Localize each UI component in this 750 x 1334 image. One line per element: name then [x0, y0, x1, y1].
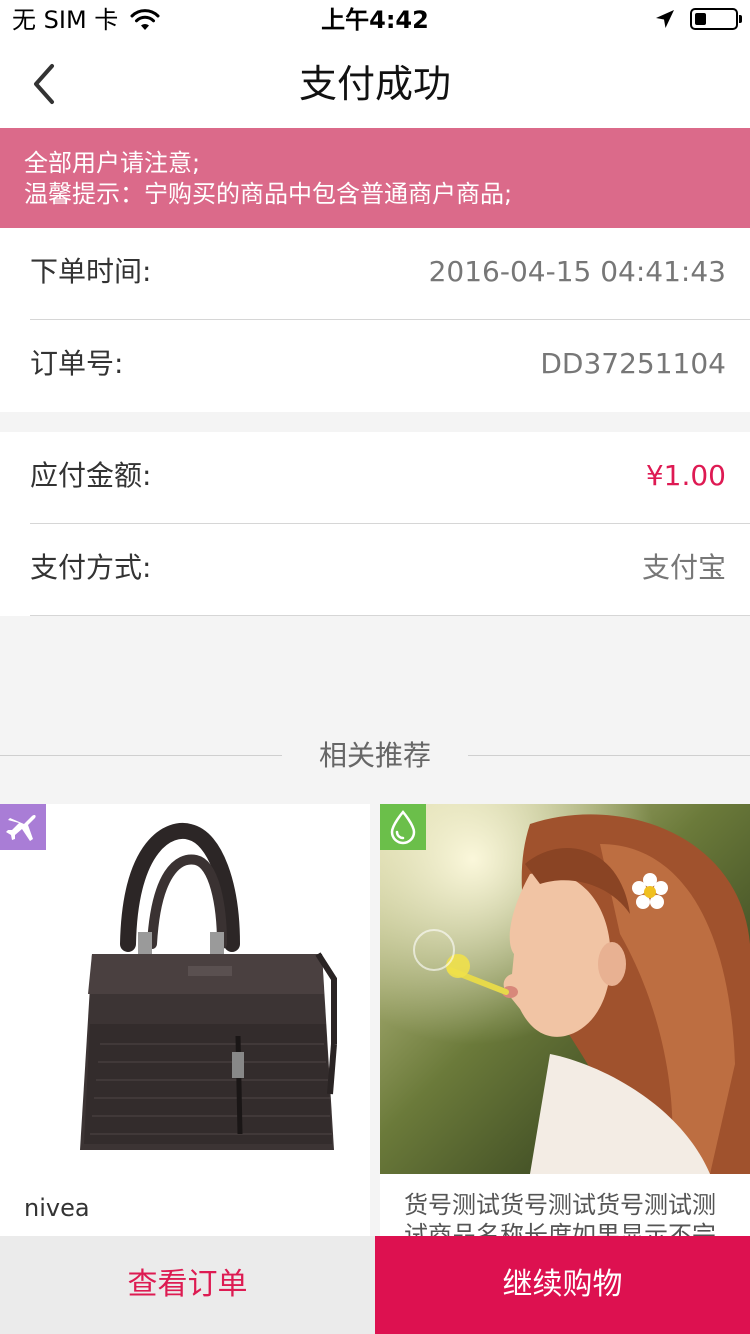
order-no-value: DD37251104: [540, 347, 726, 380]
product-image-bag: [0, 804, 370, 1174]
view-order-button[interactable]: 查看订单: [0, 1236, 375, 1334]
amount-value: ¥1.00: [645, 459, 726, 492]
notice-line-1: 全部用户请注意;: [24, 149, 201, 177]
order-time-label: 下单时间:: [30, 255, 152, 288]
status-time: 上午4:42: [321, 6, 429, 34]
payment-method-label: 支付方式:: [30, 551, 152, 584]
order-time-value: 2016-04-15 04:41:43: [428, 255, 726, 288]
recommend-header: 相关推荐: [0, 728, 750, 784]
back-button[interactable]: [22, 60, 70, 108]
plane-icon: [0, 804, 46, 850]
payment-info-card: 应付金额: ¥1.00 支付方式: 支付宝: [0, 432, 750, 616]
payment-method-value: 支付宝: [641, 551, 726, 584]
water-drop-icon: [380, 804, 426, 850]
bottom-bar: 查看订单 继续购物: [0, 1236, 750, 1334]
recommend-title: 相关推荐: [318, 739, 431, 772]
order-no-label: 订单号:: [30, 347, 124, 380]
location-arrow-icon: [656, 10, 674, 28]
product-name: nivea: [24, 1194, 90, 1222]
notice-line-2: 温馨提示：宁购买的商品中包含普通商户商品;: [24, 180, 513, 208]
amount-label: 应付金额:: [30, 459, 152, 492]
order-time-row: 下单时间: 2016-04-15 04:41:43: [0, 228, 750, 320]
order-info-card: 下单时间: 2016-04-15 04:41:43 订单号: DD3725110…: [0, 228, 750, 412]
notice-banner: 全部用户请注意; 温馨提示：宁购买的商品中包含普通商户商品;: [0, 128, 750, 228]
continue-shopping-button[interactable]: 继续购物: [375, 1236, 750, 1334]
amount-row: 应付金额: ¥1.00: [0, 432, 750, 524]
status-right: [654, 8, 742, 30]
order-no-row: 订单号: DD37251104: [0, 320, 750, 412]
status-bar: 无 SIM 卡 上午4:42: [0, 0, 750, 40]
page-title: 支付成功: [298, 62, 451, 106]
product-card-bag[interactable]: nivea: [0, 804, 370, 1244]
battery-fill: [695, 13, 706, 25]
payment-method-row: 支付方式: 支付宝: [0, 524, 750, 616]
divider: [30, 615, 750, 616]
product-card-girl[interactable]: 货号测试货号测试货号测试测试商品名称长度如果显示不完: [380, 804, 750, 1244]
nav-bar: 支付成功: [0, 40, 750, 128]
battery-icon: [690, 8, 742, 30]
product-image-girl: [380, 804, 750, 1174]
